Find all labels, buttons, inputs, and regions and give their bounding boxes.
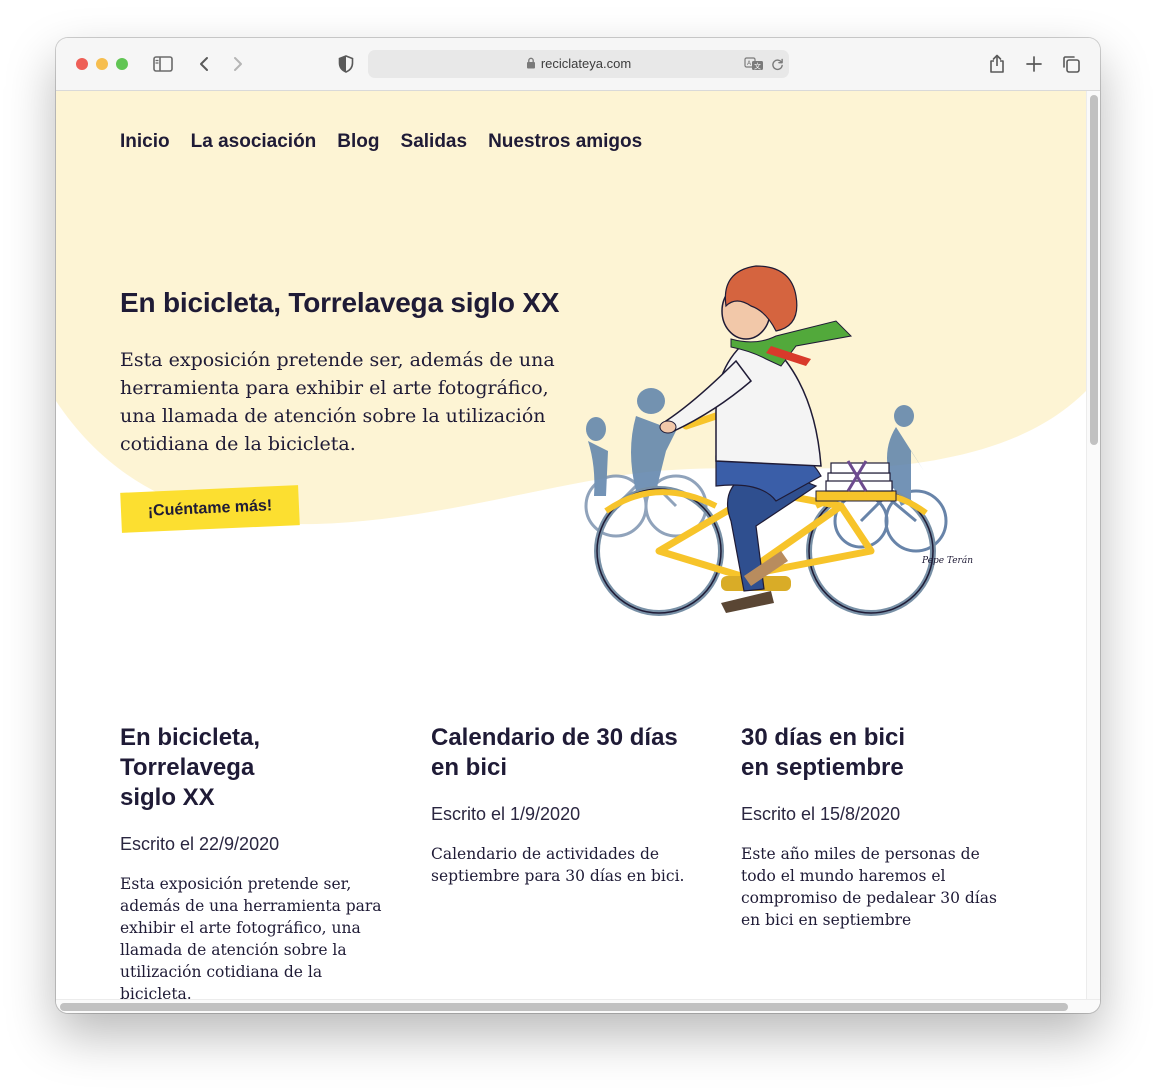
browser-toolbar: reciclateya.com 文A xyxy=(56,38,1100,91)
browser-window: reciclateya.com 文A Inicio La asociación … xyxy=(56,38,1100,1013)
minimize-window-button[interactable] xyxy=(96,58,108,70)
nav-item-inicio[interactable]: Inicio xyxy=(120,131,170,153)
post-title[interactable]: En bicicleta, Torrelavega siglo XX xyxy=(120,723,396,813)
post-card[interactable]: 30 días en bici en septiembre Escrito el… xyxy=(741,723,1017,931)
nav-item-blog[interactable]: Blog xyxy=(337,131,379,153)
new-tab-icon[interactable] xyxy=(1023,53,1045,75)
translate-icon[interactable]: 文A xyxy=(744,55,764,73)
post-card[interactable]: Calendario de 30 días en bici Escrito el… xyxy=(431,723,707,887)
books-on-rack xyxy=(825,460,893,492)
post-excerpt: Este año miles de personas de todo el mu… xyxy=(741,845,997,929)
address-bar[interactable]: reciclateya.com 文A xyxy=(368,50,789,78)
hero-title: En bicicleta, Torrelavega siglo XX xyxy=(120,287,560,318)
main-nav: Inicio La asociación Blog Salidas Nuestr… xyxy=(120,131,642,153)
nav-item-salidas[interactable]: Salidas xyxy=(401,131,468,153)
lock-icon xyxy=(526,57,535,69)
vertical-scrollbar[interactable] xyxy=(1086,91,1100,999)
forward-icon[interactable] xyxy=(228,54,248,74)
hero-description: Esta exposición pretende ser, además de … xyxy=(120,349,555,455)
cyclist-illustration: Pepe Terán xyxy=(584,265,973,616)
svg-text:A: A xyxy=(747,60,752,67)
post-title[interactable]: 30 días en bici en septiembre xyxy=(741,723,1017,783)
back-icon[interactable] xyxy=(194,54,214,74)
post-title[interactable]: Calendario de 30 días en bici xyxy=(431,723,707,783)
url-text: reciclateya.com xyxy=(540,56,632,71)
post-date: Escrito el 1/9/2020 xyxy=(431,804,581,824)
tab-overview-icon[interactable] xyxy=(1060,53,1082,75)
illustration-signature: Pepe Terán xyxy=(921,555,973,566)
nav-item-la-asociacion[interactable]: La asociación xyxy=(191,131,317,153)
share-icon[interactable] xyxy=(986,53,1008,75)
post-card[interactable]: En bicicleta, Torrelavega siglo XX Escri… xyxy=(120,723,396,999)
post-date: Escrito el 15/8/2020 xyxy=(741,804,901,824)
cta-button[interactable]: ¡Cuéntame más! xyxy=(120,485,300,533)
nav-item-nuestros-amigos[interactable]: Nuestros amigos xyxy=(488,131,642,153)
zoom-window-button[interactable] xyxy=(116,58,128,70)
page-viewport: Inicio La asociación Blog Salidas Nuestr… xyxy=(56,91,1086,999)
privacy-shield-icon[interactable] xyxy=(336,54,356,74)
horizontal-scrollbar-thumb[interactable] xyxy=(60,1003,1068,1011)
reload-icon[interactable] xyxy=(768,55,786,73)
vertical-scrollbar-thumb[interactable] xyxy=(1090,95,1098,445)
url-display: reciclateya.com xyxy=(368,50,789,78)
horizontal-scrollbar[interactable] xyxy=(56,999,1100,1013)
close-window-button[interactable] xyxy=(76,58,88,70)
svg-text:文: 文 xyxy=(754,62,761,71)
post-excerpt: Calendario de actividades de septiembre … xyxy=(431,845,685,885)
post-excerpt: Esta exposición pretende ser, además de … xyxy=(120,875,382,999)
sidebar-toggle-icon[interactable] xyxy=(152,54,174,74)
post-date: Escrito el 22/9/2020 xyxy=(120,834,280,854)
